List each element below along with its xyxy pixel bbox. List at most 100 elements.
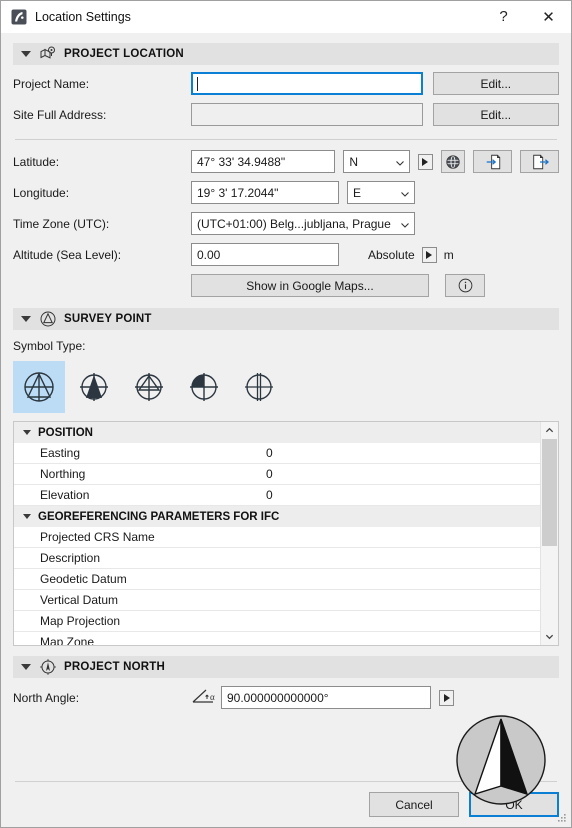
table-row[interactable]: Geodetic Datum <box>14 569 540 590</box>
google-maps-row: Show in Google Maps... <box>13 273 559 298</box>
import-location-button[interactable] <box>473 150 512 173</box>
altitude-mode-label: Absolute <box>368 247 415 262</box>
archicad-logo-icon <box>11 9 27 25</box>
longitude-hemisphere-value: E <box>353 185 362 200</box>
cancel-button[interactable]: Cancel <box>369 792 459 817</box>
group-header-georeferencing[interactable]: GEOREFERENCING PARAMETERS FOR IFC <box>14 506 540 527</box>
list-scrollbar[interactable] <box>540 422 558 645</box>
altitude-row: Altitude (Sea Level): 0.00 Absolute m <box>13 242 559 267</box>
row-value: 0 <box>266 446 273 460</box>
north-angle-input[interactable]: 90.000000000000° <box>221 686 431 709</box>
longitude-value: 19° 3' 17.2044" <box>197 185 279 200</box>
latitude-expand-arrow-button[interactable] <box>417 153 433 170</box>
collapse-triangle-icon[interactable] <box>21 51 31 57</box>
collapse-triangle-icon[interactable] <box>23 430 31 435</box>
table-row[interactable]: Easting 0 <box>14 443 540 464</box>
table-row[interactable]: Projected CRS Name <box>14 527 540 548</box>
window-title: Location Settings <box>35 9 131 24</box>
collapse-triangle-icon[interactable] <box>23 514 31 519</box>
dialog-content: PROJECT LOCATION Project Name: Edit... S… <box>1 33 571 805</box>
project-north-body: North Angle: α 90.000000000000° <box>13 686 559 805</box>
longitude-input[interactable]: 19° 3' 17.2044" <box>191 181 339 204</box>
import-file-icon <box>486 154 500 169</box>
title-bar: Location Settings ? ✕ <box>1 1 571 33</box>
symbol-open-triangle[interactable] <box>123 361 175 413</box>
scrollbar-thumb[interactable] <box>542 439 557 546</box>
export-location-button[interactable] <box>520 150 559 173</box>
text-caret <box>197 76 198 91</box>
resize-grip[interactable] <box>556 812 568 824</box>
project-name-label: Project Name: <box>13 76 90 91</box>
table-row[interactable]: Elevation 0 <box>14 485 540 506</box>
latitude-row: Latitude: 47° 33' 34.9488" N <box>13 149 559 174</box>
arrow-right-icon <box>422 157 429 166</box>
close-button[interactable]: ✕ <box>526 1 571 32</box>
scroll-up-button[interactable] <box>541 422 558 439</box>
latitude-input[interactable]: 47° 33' 34.9488" <box>191 150 336 173</box>
row-label: Geodetic Datum <box>40 572 127 586</box>
symbol-filled-quadrant[interactable] <box>178 361 230 413</box>
project-name-input[interactable] <box>191 72 423 95</box>
collapse-triangle-icon[interactable] <box>21 664 31 670</box>
section-title: SURVEY POINT <box>64 313 152 325</box>
parameters-list-body: POSITION Easting 0 Northing 0 Elevation … <box>14 422 540 645</box>
north-angle-label: North Angle: <box>13 690 80 705</box>
project-name-edit-button[interactable]: Edit... <box>432 72 559 95</box>
row-label: Northing <box>40 467 86 481</box>
longitude-hemisphere-select[interactable]: E <box>347 181 415 204</box>
symbol-triangle-in-circle[interactable] <box>13 361 65 413</box>
latitude-label: Latitude: <box>13 154 60 169</box>
symbol-crosshair-double-line[interactable] <box>233 361 285 413</box>
section-title: PROJECT LOCATION <box>64 48 184 60</box>
scrollbar-track[interactable] <box>541 439 558 628</box>
symbol-type-label: Symbol Type: <box>13 339 86 353</box>
chevron-down-icon <box>395 157 404 166</box>
row-label: Description <box>40 551 101 565</box>
survey-point-icon <box>39 310 57 328</box>
svg-text:α: α <box>210 692 215 702</box>
show-in-google-maps-button[interactable]: Show in Google Maps... <box>191 274 429 297</box>
globe-button[interactable] <box>440 150 465 173</box>
row-value: 0 <box>266 488 273 502</box>
row-label: Easting <box>40 446 81 460</box>
info-button[interactable] <box>445 274 485 297</box>
group-header-position[interactable]: POSITION <box>14 422 540 443</box>
table-row[interactable]: Northing 0 <box>14 464 540 485</box>
time-zone-label: Time Zone (UTC): <box>13 216 110 231</box>
chevron-up-icon <box>545 427 554 433</box>
north-angle-arrow-button[interactable] <box>439 689 454 706</box>
north-angle-value: 90.000000000000° <box>227 690 329 705</box>
longitude-row: Longitude: 19° 3' 17.2044" E <box>13 180 559 205</box>
time-zone-select[interactable]: (UTC+01:00) Belg...jubljana, Prague <box>191 212 415 235</box>
section-survey-point-header[interactable]: SURVEY POINT <box>13 308 559 330</box>
export-file-icon <box>532 154 549 169</box>
help-button[interactable]: ? <box>481 1 526 32</box>
section-project-north-header[interactable]: PROJECT NORTH <box>13 656 559 678</box>
arrow-right-icon <box>443 693 450 702</box>
time-zone-row: Time Zone (UTC): (UTC+01:00) Belg...jubl… <box>13 211 559 236</box>
angle-alpha-icon: α <box>191 687 221 708</box>
chevron-down-icon <box>545 634 554 640</box>
info-circle-icon <box>458 278 472 293</box>
scroll-down-button[interactable] <box>541 628 558 645</box>
collapse-triangle-icon[interactable] <box>21 316 31 322</box>
site-address-edit-button[interactable]: Edit... <box>432 103 559 126</box>
site-address-input <box>191 103 423 126</box>
symbol-type-options <box>13 361 559 413</box>
chevron-down-icon <box>400 219 409 228</box>
row-label: Projected CRS Name <box>40 530 155 544</box>
divider <box>15 139 557 140</box>
north-angle-row: North Angle: α 90.000000000000° <box>13 686 559 709</box>
latitude-hemisphere-select[interactable]: N <box>343 150 410 173</box>
table-row[interactable]: Vertical Datum <box>14 590 540 611</box>
north-arrow-compass-icon <box>455 714 547 806</box>
symbol-filled-triangle[interactable] <box>68 361 120 413</box>
table-row[interactable]: Map Zone <box>14 632 540 645</box>
altitude-input[interactable]: 0.00 <box>191 243 339 266</box>
table-row[interactable]: Description <box>14 548 540 569</box>
table-row[interactable]: Map Projection <box>14 611 540 632</box>
row-label: Map Zone <box>40 635 95 645</box>
altitude-mode-arrow-button[interactable] <box>421 246 437 263</box>
section-project-location-header[interactable]: PROJECT LOCATION <box>13 43 559 65</box>
site-address-row: Site Full Address: Edit... <box>13 102 559 127</box>
